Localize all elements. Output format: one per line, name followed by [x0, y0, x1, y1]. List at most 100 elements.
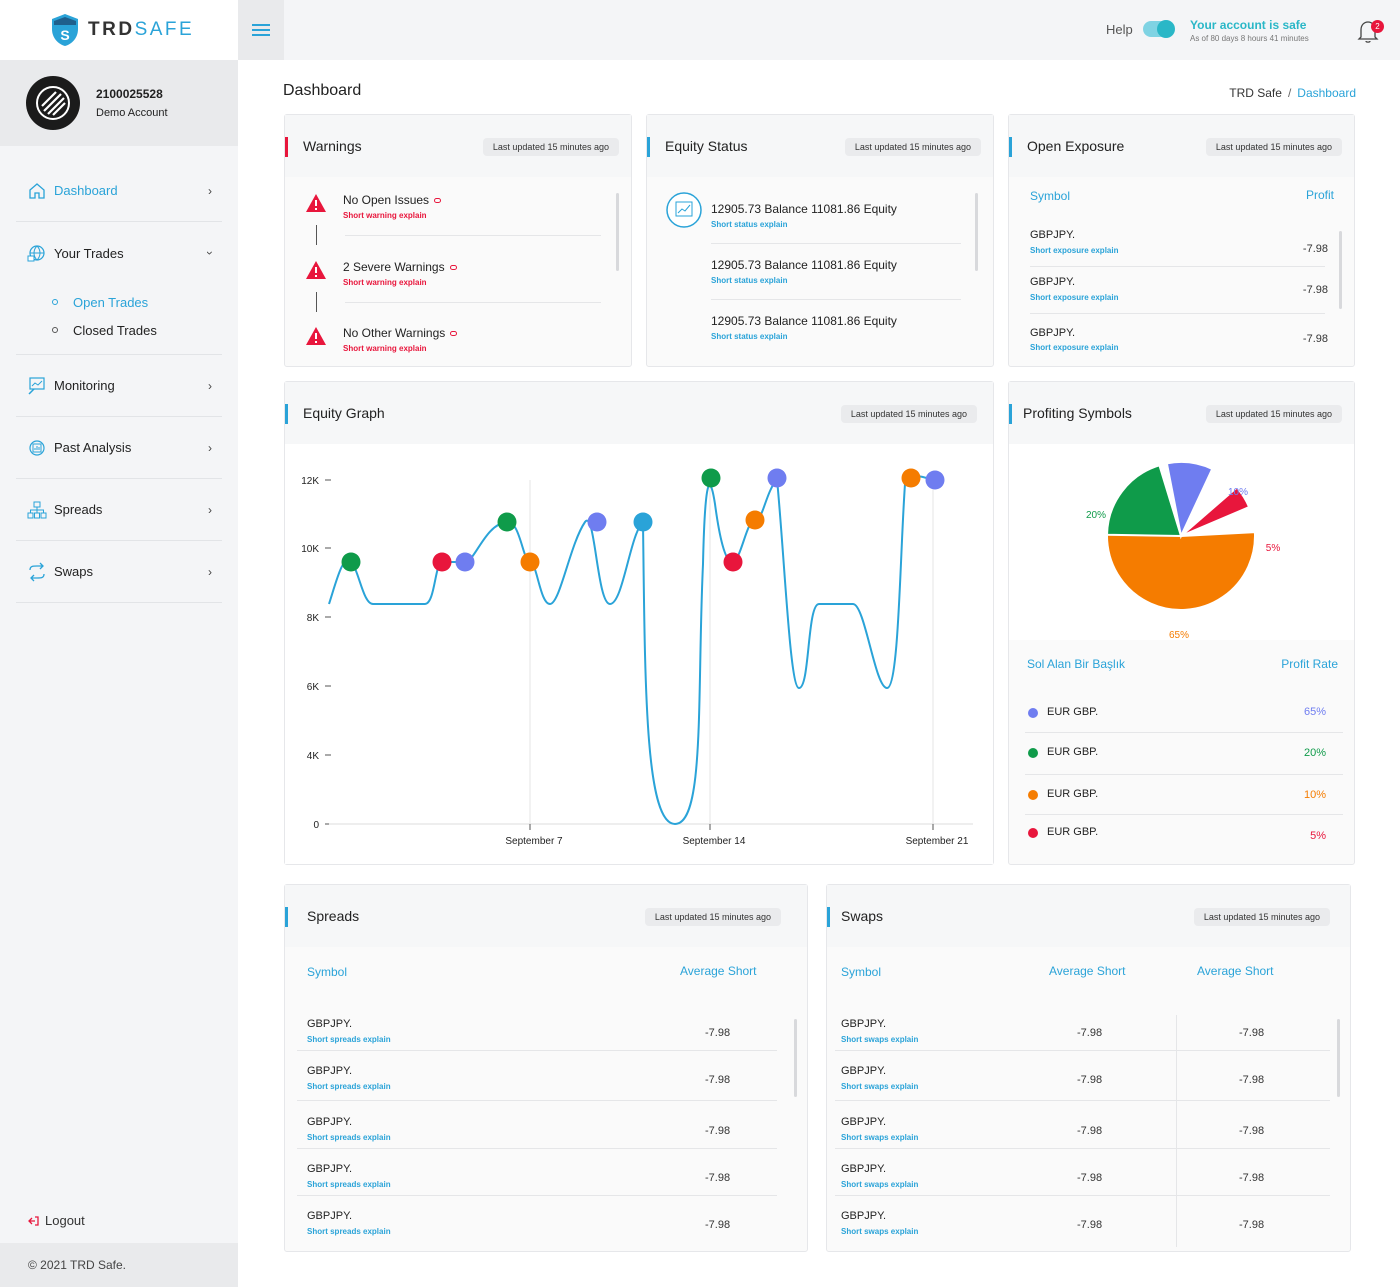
card-title: Profiting Symbols: [1023, 405, 1132, 421]
equity-data-point[interactable]: [455, 552, 475, 572]
sidebar-item-monitoring[interactable]: Monitoring ›: [16, 355, 222, 417]
scrollbar[interactable]: [975, 193, 978, 271]
sidebar-item-dashboard[interactable]: Dashboard ›: [16, 160, 222, 222]
equity-status-title: 12905.73 Balance 11081.86 Equity: [711, 258, 897, 272]
warning-item[interactable]: No Other Warnings Short warning explain: [305, 326, 458, 353]
y-tick-label: 12K: [301, 476, 319, 487]
menu-toggle-button[interactable]: [238, 0, 284, 60]
spread-average-short: -7.98: [705, 1125, 731, 1137]
card-title: Equity Graph: [303, 405, 385, 421]
equity-data-point[interactable]: [432, 552, 452, 572]
exposure-subtitle: Short exposure explain: [1030, 293, 1119, 302]
column-header-average-short[interactable]: Average Short: [680, 964, 757, 978]
last-updated-badge: Last updated 15 minutes ago: [844, 138, 981, 156]
column-header-profit-rate[interactable]: Profit Rate: [1281, 657, 1338, 671]
equity-status-item[interactable]: 12905.73 Balance 11081.86 Equity Short s…: [711, 258, 897, 285]
equity-status-item[interactable]: 12905.73 Balance 11081.86 Equity Short s…: [711, 314, 897, 341]
analysis-icon: [26, 437, 48, 459]
hamburger-icon: [252, 24, 270, 36]
equity-line-chart[interactable]: 0 4K 6K 8K 10K 12K September 7 September 14 Sept…: [285, 444, 993, 864]
spread-symbol: GBPJPY.: [307, 1210, 353, 1222]
sidebar-item-your-trades[interactable]: Your Trades ›: [16, 222, 222, 284]
avatar-stripes-icon: [36, 86, 70, 120]
scrollbar[interactable]: [794, 1019, 797, 1097]
divider: [1025, 814, 1343, 815]
swap-subtitle: Short swaps explain: [841, 1035, 919, 1044]
equity-data-point[interactable]: [767, 468, 787, 488]
chevron-down-icon: ›: [203, 251, 217, 255]
scrollbar[interactable]: [616, 193, 619, 271]
equity-data-point[interactable]: [723, 552, 743, 572]
equity-data-point[interactable]: [745, 510, 765, 530]
breadcrumb-separator: /: [1287, 86, 1292, 100]
equity-data-point[interactable]: [341, 552, 361, 572]
column-header-left[interactable]: Sol Alan Bir Başlık: [1027, 657, 1125, 671]
column-header-average-short[interactable]: Average Short: [1049, 964, 1126, 978]
warning-item[interactable]: No Open Issues Short warning explain: [305, 193, 442, 220]
subnav-item-open-trades[interactable]: Open Trades: [52, 288, 222, 316]
equity-data-point[interactable]: [520, 552, 540, 572]
equity-data-point[interactable]: [497, 512, 517, 532]
equity-data-point[interactable]: [901, 468, 921, 488]
y-tick-label: 0: [313, 820, 319, 831]
equity-data-point[interactable]: [925, 470, 945, 490]
column-header-symbol[interactable]: Symbol: [841, 965, 881, 979]
swap-average-short-2: -7.98: [1239, 1027, 1265, 1039]
divider: [297, 1100, 777, 1101]
sidebar-item-spreads[interactable]: Spreads ›: [16, 479, 222, 541]
subnav-label: Open Trades: [73, 294, 149, 310]
warning-item[interactable]: 2 Severe Warnings Short warning explain: [305, 260, 457, 287]
legend-label: EUR GBP.: [1047, 788, 1099, 800]
equity-chart-icon: [666, 192, 702, 228]
equity-series-line: [328, 474, 934, 826]
divider: [835, 1195, 1330, 1196]
divider: [297, 1050, 777, 1051]
equity-data-point[interactable]: [633, 512, 653, 532]
account-panel[interactable]: 2100025528 Demo Account: [0, 60, 238, 146]
column-header-symbol[interactable]: Symbol: [1030, 189, 1070, 203]
chevron-right-icon: ›: [208, 378, 212, 393]
spreads-card: Spreads Last updated 15 minutes ago Symb…: [284, 884, 808, 1252]
help-toggle[interactable]: [1143, 20, 1175, 38]
profit-pie-chart[interactable]: 65% 20% 10% 5%: [1009, 444, 1354, 640]
scrollbar[interactable]: [1339, 231, 1342, 309]
swap-subtitle: Short swaps explain: [841, 1180, 919, 1189]
pie-slice-label: 5%: [1266, 543, 1281, 554]
logo[interactable]: S TRDSAFE: [0, 0, 238, 60]
subnav-item-closed-trades[interactable]: Closed Trades: [52, 316, 222, 344]
divider: [345, 302, 601, 303]
column-header-symbol[interactable]: Symbol: [307, 965, 347, 979]
equity-data-point[interactable]: [587, 512, 607, 532]
warning-triangle-icon: [306, 327, 326, 345]
exposure-symbol: GBPJPY.: [1030, 229, 1076, 241]
swap-subtitle: Short swaps explain: [841, 1227, 919, 1236]
scrollbar[interactable]: [1337, 1019, 1340, 1097]
spread-symbol: GBPJPY.: [307, 1018, 353, 1030]
breadcrumb-home-link[interactable]: TRD Safe: [1229, 86, 1282, 100]
x-tick-label: September 21: [906, 836, 969, 847]
swap-symbol: GBPJPY.: [841, 1018, 887, 1030]
legend-value: 65%: [1303, 706, 1326, 718]
svg-text:S: S: [60, 27, 69, 43]
sidebar-item-swaps[interactable]: Swaps ›: [16, 541, 222, 603]
swap-symbol: GBPJPY.: [841, 1163, 887, 1175]
card-title: Equity Status: [665, 138, 748, 154]
last-updated-badge: Last updated 15 minutes ago: [1193, 908, 1330, 926]
last-updated-badge: Last updated 15 minutes ago: [644, 908, 781, 926]
notifications-button[interactable]: 2: [1356, 18, 1384, 44]
card-title: Spreads: [307, 908, 360, 924]
spread-average-short: -7.98: [705, 1172, 731, 1184]
breadcrumb-current: Dashboard: [1297, 86, 1356, 100]
timeline-connector: [316, 292, 317, 312]
monitoring-icon: [26, 375, 48, 397]
swap-symbol: GBPJPY.: [841, 1210, 887, 1222]
sidebar-item-past-analysis[interactable]: Past Analysis ›: [16, 417, 222, 479]
y-tick-label: 8K: [307, 613, 320, 624]
bullet-icon: [52, 299, 58, 305]
divider: [711, 299, 961, 300]
column-header-profit[interactable]: Profit: [1306, 188, 1334, 202]
equity-data-point[interactable]: [701, 468, 721, 488]
equity-status-item[interactable]: 12905.73 Balance 11081.86 Equity Short s…: [711, 202, 897, 229]
logout-button[interactable]: Logout: [28, 1213, 85, 1228]
column-header-average-short-2[interactable]: Average Short: [1197, 964, 1274, 978]
